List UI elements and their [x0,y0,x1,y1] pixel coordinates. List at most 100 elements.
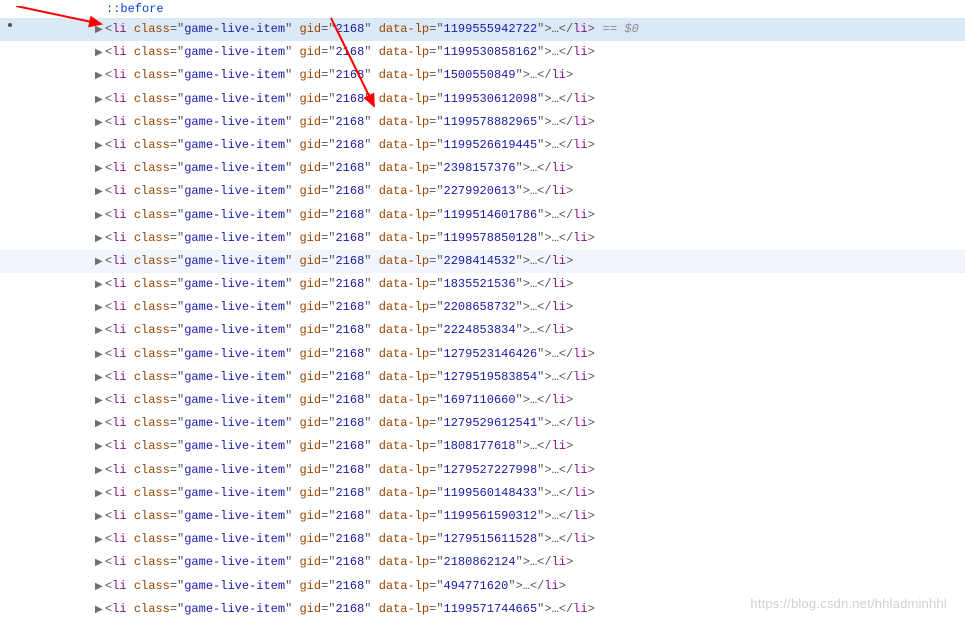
dom-tree-row[interactable]: ▶<li class="game-live-item" gid="2168" d… [0,296,965,319]
attr-class-value: game-live-item [184,579,285,593]
ellipsis: … [552,92,559,106]
expand-arrow-icon[interactable]: ▶ [95,69,105,85]
attr-gid: gid [299,45,321,59]
attr-datalp-value: 2298414532 [444,254,516,268]
dom-node-code: <li class="game-live-item" gid="2168" da… [105,463,595,477]
attr-class: class [134,184,170,198]
expand-arrow-icon[interactable]: ▶ [95,23,105,39]
attr-class-value: game-live-item [184,393,285,407]
attr-class: class [134,254,170,268]
expand-arrow-icon[interactable]: ▶ [95,255,105,271]
dom-tree-row[interactable]: ▶<li class="game-live-item" gid="2168" d… [0,412,965,435]
expand-arrow-icon[interactable]: ▶ [95,580,105,596]
tag-name: li [112,45,126,59]
attr-datalp-value: 1199530858162 [444,45,538,59]
expand-arrow-icon[interactable]: ▶ [95,603,105,619]
attr-gid-value: 2168 [335,416,364,430]
attr-datalp: data-lp [379,463,429,477]
dom-node-code: <li class="game-live-item" gid="2168" da… [105,277,573,291]
expand-arrow-icon[interactable]: ▶ [95,278,105,294]
expand-arrow-icon[interactable]: ▶ [95,487,105,503]
dom-tree-row[interactable]: ▶<li class="game-live-item" gid="2168" d… [0,505,965,528]
dom-node-code: <li class="game-live-item" gid="2168" da… [105,92,595,106]
expand-arrow-icon[interactable]: ▶ [95,46,105,62]
dom-tree-row[interactable]: ▶<li class="game-live-item" gid="2168" d… [0,528,965,551]
expand-arrow-icon[interactable]: ▶ [95,371,105,387]
attr-gid-value: 2168 [335,22,364,36]
attr-gid-value: 2168 [335,486,364,500]
dom-tree-row[interactable]: ▶<li class="game-live-item" gid="2168" d… [0,435,965,458]
expand-arrow-icon[interactable]: ▶ [95,348,105,364]
tag-name: li [112,92,126,106]
expand-arrow-icon[interactable]: ▶ [95,556,105,572]
attr-gid: gid [299,532,321,546]
dom-tree-row[interactable]: ▶<li class="game-live-item" gid="2168" d… [0,204,965,227]
attr-datalp-value: 1199578850128 [444,231,538,245]
ellipsis: … [552,208,559,222]
attr-class: class [134,393,170,407]
tag-name: li [112,231,126,245]
attr-class-value: game-live-item [184,602,285,616]
expand-arrow-icon[interactable]: ▶ [95,301,105,317]
dom-tree-row[interactable]: ▶<li class="game-live-item" gid="2168" d… [0,18,965,41]
expand-arrow-icon[interactable]: ▶ [95,324,105,340]
expand-arrow-icon[interactable]: ▶ [95,116,105,132]
expand-arrow-icon[interactable]: ▶ [95,93,105,109]
tag-name: li [112,486,126,500]
attr-datalp: data-lp [379,393,429,407]
dom-node-code: <li class="game-live-item" gid="2168" da… [105,602,595,616]
attr-datalp-value: 2224853834 [444,323,516,337]
dom-tree-row[interactable]: ▶<li class="game-live-item" gid="2168" d… [0,41,965,64]
attr-gid-value: 2168 [335,393,364,407]
dom-tree-row[interactable]: ▶<li class="game-live-item" gid="2168" d… [0,319,965,342]
attr-datalp: data-lp [379,92,429,106]
expand-arrow-icon[interactable]: ▶ [95,232,105,248]
dom-tree-row[interactable]: ▶<li class="game-live-item" gid="2168" d… [0,598,965,621]
dom-tree-row[interactable]: ▶<li class="game-live-item" gid="2168" d… [0,482,965,505]
dom-tree-row[interactable]: ▶<li class="game-live-item" gid="2168" d… [0,64,965,87]
attr-gid-value: 2168 [335,463,364,477]
attr-class-value: game-live-item [184,416,285,430]
dom-tree-row[interactable]: ▶<li class="game-live-item" gid="2168" d… [0,250,965,273]
ellipsis: … [552,416,559,430]
dom-tree-row[interactable]: ▶<li class="game-live-item" gid="2168" d… [0,157,965,180]
dom-tree-row[interactable]: ▶<li class="game-live-item" gid="2168" d… [0,551,965,574]
dom-tree-row[interactable]: ▶<li class="game-live-item" gid="2168" d… [0,366,965,389]
expand-arrow-icon[interactable]: ▶ [95,417,105,433]
dom-tree-row[interactable]: ▶<li class="game-live-item" gid="2168" d… [0,575,965,598]
expand-arrow-icon[interactable]: ▶ [95,394,105,410]
dom-tree-row[interactable]: ▶<li class="game-live-item" gid="2168" d… [0,134,965,157]
attr-gid-value: 2168 [335,68,364,82]
expand-arrow-icon[interactable]: ▶ [95,464,105,480]
dom-node-code: <li class="game-live-item" gid="2168" da… [105,439,573,453]
expand-arrow-icon[interactable]: ▶ [95,185,105,201]
dom-tree-row[interactable]: ▶<li class="game-live-item" gid="2168" d… [0,111,965,134]
dom-node-code: <li class="game-live-item" gid="2168" da… [105,370,595,384]
attr-class-value: game-live-item [184,323,285,337]
expand-arrow-icon[interactable]: ▶ [95,440,105,456]
dom-tree-row[interactable]: ▶<li class="game-live-item" gid="2168" d… [0,343,965,366]
attr-gid: gid [299,416,321,430]
expand-arrow-icon[interactable]: ▶ [95,162,105,178]
expand-arrow-icon[interactable]: ▶ [95,510,105,526]
attr-datalp-value: 1835521536 [444,277,516,291]
ellipsis: … [552,115,559,129]
dom-tree-row[interactable]: ▶<li class="game-live-item" gid="2168" d… [0,180,965,203]
attr-class: class [134,532,170,546]
dom-tree-row[interactable]: ▶<li class="game-live-item" gid="2168" d… [0,389,965,412]
expand-arrow-icon[interactable]: ▶ [95,139,105,155]
attr-class-value: game-live-item [184,277,285,291]
attr-gid-value: 2168 [335,532,364,546]
tag-name: li [112,323,126,337]
ellipsis: … [552,231,559,245]
dom-tree-row[interactable]: ▶<li class="game-live-item" gid="2168" d… [0,273,965,296]
dom-tree-row[interactable]: ▶<li class="game-live-item" gid="2168" d… [0,88,965,111]
dom-tree-row[interactable]: ▶<li class="game-live-item" gid="2168" d… [0,227,965,250]
attr-gid: gid [299,579,321,593]
attr-datalp: data-lp [379,208,429,222]
dom-tree-row[interactable]: ▶<li class="game-live-item" gid="2168" d… [0,459,965,482]
attr-gid: gid [299,161,321,175]
dom-node-code: <li class="game-live-item" gid="2168" da… [105,68,573,82]
expand-arrow-icon[interactable]: ▶ [95,533,105,549]
expand-arrow-icon[interactable]: ▶ [95,209,105,225]
